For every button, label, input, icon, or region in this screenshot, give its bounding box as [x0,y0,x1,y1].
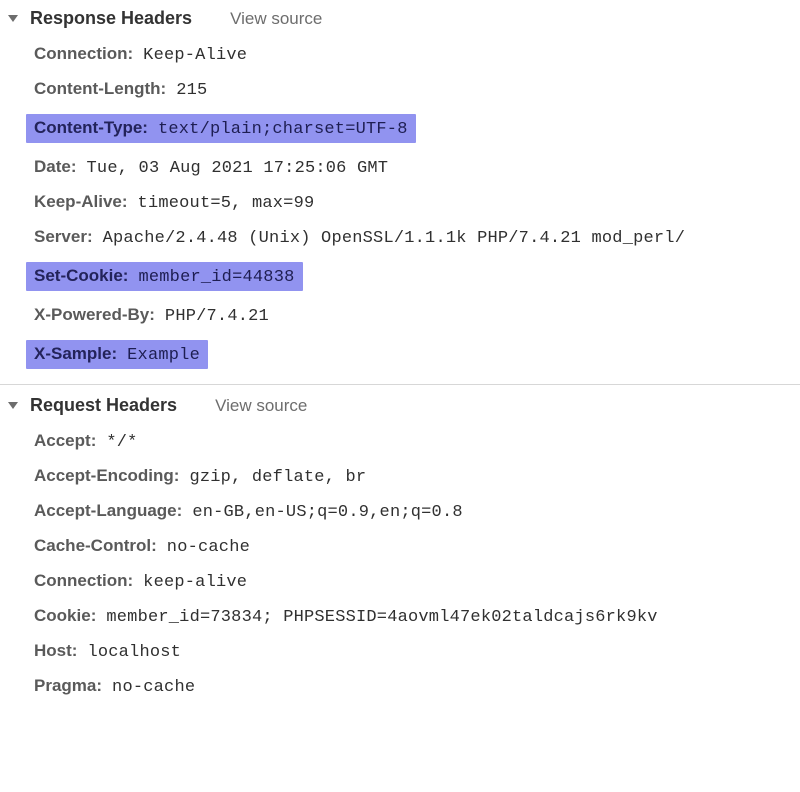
header-value: en-GB,en-US;q=0.9,en;q=0.8 [192,503,462,522]
header-value: gzip, deflate, br [189,468,366,487]
response-headers-section: Response Headers View source Connection … [0,6,800,382]
header-value: localhost [87,643,181,662]
header-row: Connection Keep-Alive [0,37,800,72]
header-value: Example [127,346,200,365]
header-name: Cookie [34,606,96,626]
response-headers-header: Response Headers View source [0,6,800,35]
header-row-highlighted: X-Sample Example [0,333,800,376]
header-name: Accept-Language [34,501,182,521]
header-value: Keep-Alive [143,46,247,65]
response-headers-title: Response Headers [30,8,192,29]
header-value: */* [106,433,137,452]
header-name: Accept [34,431,96,451]
header-name: Accept-Encoding [34,466,179,486]
header-row: X-Powered-By PHP/7.4.21 [0,298,800,333]
header-row: Server Apache/2.4.48 (Unix) OpenSSL/1.1.… [0,220,800,255]
header-name: Connection [34,44,133,64]
header-name: Keep-Alive [34,192,128,212]
header-row: Accept-Language en-GB,en-US;q=0.9,en;q=0… [0,494,800,529]
header-row: Date Tue, 03 Aug 2021 17:25:06 GMT [0,150,800,185]
view-source-link[interactable]: View source [230,9,322,29]
header-name: X-Sample [34,344,117,364]
header-name: Date [34,157,77,177]
header-name: X-Powered-By [34,305,155,325]
header-value: 215 [176,81,207,100]
header-value: member_id=73834; PHPSESSID=4aovml47ek02t… [106,608,657,627]
header-row-highlighted: Content-Type text/plain;charset=UTF-8 [0,107,800,150]
header-name: Content-Length [34,79,166,99]
header-name: Server [34,227,93,247]
header-value: no-cache [112,678,195,697]
header-value: PHP/7.4.21 [165,307,269,326]
response-headers-rows: Connection Keep-Alive Content-Length 215… [0,35,800,376]
header-value: timeout=5, max=99 [138,194,315,213]
request-headers-section: Request Headers View source Accept */* A… [0,384,800,710]
header-value: Tue, 03 Aug 2021 17:25:06 GMT [87,159,389,178]
header-row: Content-Length 215 [0,72,800,107]
header-value: text/plain;charset=UTF-8 [158,120,408,139]
header-value: keep-alive [143,573,247,592]
header-value: Apache/2.4.48 (Unix) OpenSSL/1.1.1k PHP/… [103,229,686,248]
disclosure-triangle-icon[interactable] [8,402,18,409]
header-value: no-cache [167,538,250,557]
header-name: Content-Type [34,118,148,138]
header-name: Connection [34,571,133,591]
header-row: Pragma no-cache [0,669,800,704]
header-row: Host localhost [0,634,800,669]
request-headers-header: Request Headers View source [0,393,800,422]
header-row: Connection keep-alive [0,564,800,599]
header-value: member_id=44838 [138,268,294,287]
request-headers-rows: Accept */* Accept-Encoding gzip, deflate… [0,422,800,704]
header-name: Pragma [34,676,102,696]
header-name: Host [34,641,77,661]
header-row-highlighted: Set-Cookie member_id=44838 [0,255,800,298]
header-row: Keep-Alive timeout=5, max=99 [0,185,800,220]
headers-panel: Response Headers View source Connection … [0,0,800,720]
request-headers-title: Request Headers [30,395,177,416]
view-source-link[interactable]: View source [215,396,307,416]
disclosure-triangle-icon[interactable] [8,15,18,22]
header-name: Cache-Control [34,536,157,556]
header-row: Cookie member_id=73834; PHPSESSID=4aovml… [0,599,800,634]
header-row: Accept-Encoding gzip, deflate, br [0,459,800,494]
header-name: Set-Cookie [34,266,128,286]
header-row: Accept */* [0,424,800,459]
header-row: Cache-Control no-cache [0,529,800,564]
